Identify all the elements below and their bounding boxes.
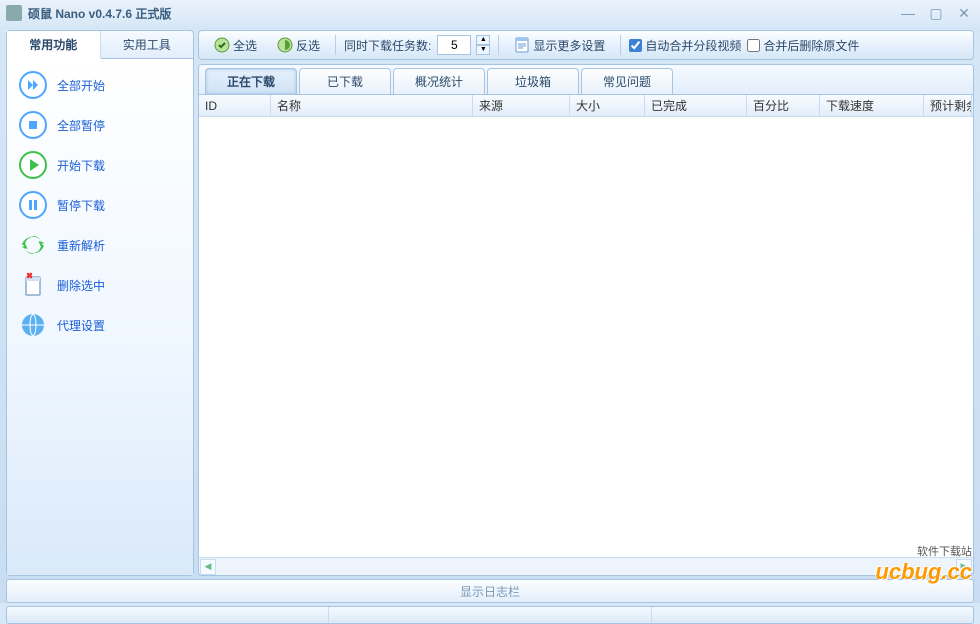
invert-selection-button[interactable]: 反选 — [270, 34, 327, 57]
titlebar: 硕鼠 Nano v0.4.7.6 正式版 — ▢ ✕ — [0, 0, 980, 26]
sidebar: 常用功能 实用工具 全部开始 全部暂停 开始下载 暂停下载 重新解析 — [6, 30, 194, 576]
settings-page-icon — [514, 37, 530, 53]
toolbar: 全选 反选 同时下载任务数: ▲ ▼ 显示更多设置 自动合并分段视频 — [198, 30, 974, 60]
tab-downloaded[interactable]: 已下载 — [299, 68, 391, 94]
window-controls: — ▢ ✕ — [898, 5, 974, 21]
app-icon — [6, 5, 22, 21]
sidebar-item-label: 重新解析 — [57, 237, 105, 254]
sidebar-tab-common[interactable]: 常用功能 — [7, 31, 101, 59]
tab-downloading[interactable]: 正在下载 — [205, 68, 297, 94]
sidebar-item-pause-all[interactable]: 全部暂停 — [9, 105, 191, 145]
sidebar-item-start-all[interactable]: 全部开始 — [9, 65, 191, 105]
column-header[interactable]: 下载速度 — [820, 95, 924, 116]
delete-after-merge-input[interactable] — [747, 39, 760, 52]
sidebar-item-label: 删除选中 — [57, 277, 105, 294]
sidebar-item-start[interactable]: 开始下载 — [9, 145, 191, 185]
status-cell — [652, 607, 973, 623]
scroll-track[interactable] — [217, 560, 955, 574]
column-header[interactable]: 百分比 — [747, 95, 820, 116]
close-button[interactable]: ✕ — [954, 5, 974, 21]
column-header[interactable]: 来源 — [473, 95, 570, 116]
sidebar-item-delete[interactable]: 删除选中 — [9, 265, 191, 305]
separator — [620, 35, 621, 55]
globe-icon — [19, 311, 47, 339]
select-all-button[interactable]: 全选 — [207, 34, 264, 57]
delete-after-merge-checkbox[interactable]: 合并后删除原文件 — [747, 37, 859, 54]
column-header[interactable]: 名称 — [271, 95, 473, 116]
delete-icon — [19, 271, 47, 299]
window-title: 硕鼠 Nano v0.4.7.6 正式版 — [28, 5, 171, 22]
main-panel: 正在下载 已下载 概况统计 垃圾箱 常见问题 ID名称来源大小已完成百分比下载速… — [198, 64, 974, 576]
pause-icon — [19, 191, 47, 219]
maximize-button[interactable]: ▢ — [926, 5, 946, 21]
sidebar-item-label: 开始下载 — [57, 157, 105, 174]
sidebar-tab-tools[interactable]: 实用工具 — [101, 31, 194, 58]
separator — [335, 35, 336, 55]
column-header[interactable]: ID — [199, 95, 271, 116]
sidebar-item-label: 暂停下载 — [57, 197, 105, 214]
show-log-bar[interactable]: 显示日志栏 — [6, 579, 974, 603]
scroll-right-button[interactable]: ▶ — [956, 559, 972, 575]
sidebar-tabs: 常用功能 实用工具 — [7, 31, 193, 59]
sidebar-item-label: 全部暂停 — [57, 117, 105, 134]
sidebar-item-label: 全部开始 — [57, 77, 105, 94]
stop-all-icon — [19, 111, 47, 139]
column-header[interactable]: 大小 — [570, 95, 645, 116]
forward-all-icon — [19, 71, 47, 99]
minimize-button[interactable]: — — [898, 5, 918, 21]
view-tabs: 正在下载 已下载 概况统计 垃圾箱 常见问题 — [199, 65, 973, 95]
auto-merge-input[interactable] — [629, 39, 642, 52]
refresh-icon — [19, 231, 47, 259]
horizontal-scrollbar[interactable]: ◀ ▶ — [199, 557, 973, 575]
status-bar — [6, 606, 974, 624]
grid-header: ID名称来源大小已完成百分比下载速度预计剩余 — [199, 95, 973, 117]
sidebar-item-pause[interactable]: 暂停下载 — [9, 185, 191, 225]
checklist-icon — [214, 37, 230, 53]
tab-faq[interactable]: 常见问题 — [581, 68, 673, 94]
concurrent-label: 同时下载任务数: — [344, 37, 431, 54]
status-cell — [329, 607, 651, 623]
play-icon — [19, 151, 47, 179]
more-settings-button[interactable]: 显示更多设置 — [507, 34, 612, 57]
auto-merge-checkbox[interactable]: 自动合并分段视频 — [629, 37, 741, 54]
spinner-up[interactable]: ▲ — [476, 35, 490, 45]
spinner-down[interactable]: ▼ — [476, 45, 490, 55]
sidebar-items: 全部开始 全部暂停 开始下载 暂停下载 重新解析 删除选中 — [7, 59, 193, 575]
invert-icon — [277, 37, 293, 53]
grid-body[interactable] — [199, 117, 973, 557]
column-header[interactable]: 已完成 — [645, 95, 747, 116]
concurrent-spinner: ▲ ▼ — [476, 35, 490, 55]
scroll-left-button[interactable]: ◀ — [200, 559, 216, 575]
sidebar-item-proxy[interactable]: 代理设置 — [9, 305, 191, 345]
sidebar-item-reparse[interactable]: 重新解析 — [9, 225, 191, 265]
separator — [498, 35, 499, 55]
sidebar-item-label: 代理设置 — [57, 317, 105, 334]
concurrent-input[interactable] — [437, 35, 471, 55]
tab-stats[interactable]: 概况统计 — [393, 68, 485, 94]
status-cell — [7, 607, 329, 623]
tab-trash[interactable]: 垃圾箱 — [487, 68, 579, 94]
column-header[interactable]: 预计剩余 — [924, 95, 972, 116]
